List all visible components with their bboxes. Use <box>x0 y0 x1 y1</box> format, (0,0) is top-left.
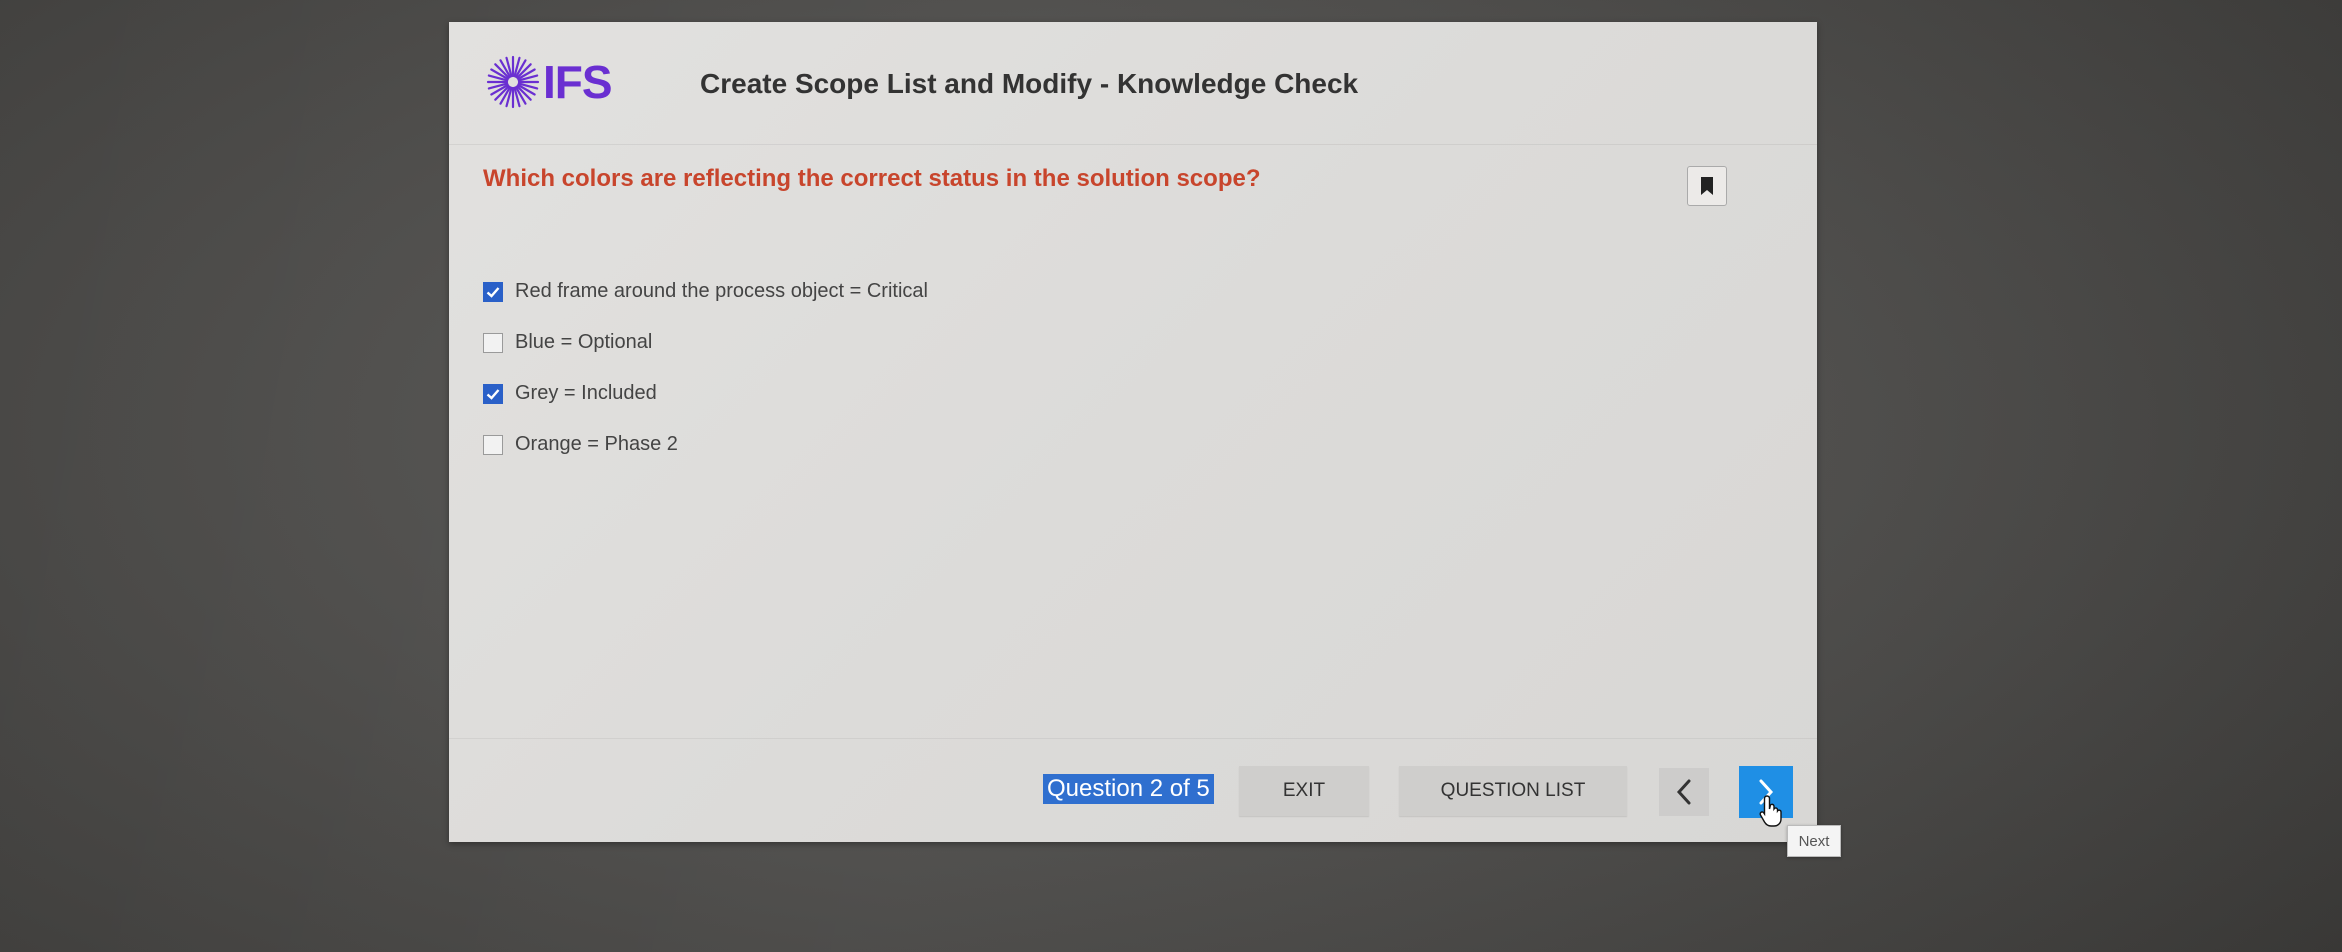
option-label: Orange = Phase 2 <box>515 433 678 455</box>
logo-text: IFS <box>543 56 613 108</box>
quiz-header: IFS Create Scope List and Modify - Knowl… <box>449 22 1817 144</box>
checkmark-icon <box>486 286 500 298</box>
answer-options: Red frame around the process object = Cr… <box>483 266 928 470</box>
bookmark-button[interactable] <box>1687 166 1727 206</box>
question-list-button[interactable]: QUESTION LIST <box>1399 766 1627 816</box>
next-tooltip: Next <box>1787 825 1841 857</box>
checkbox-unchecked[interactable] <box>483 434 503 455</box>
checkbox-checked[interactable] <box>483 383 503 404</box>
ifs-burst-logo-icon <box>486 55 540 109</box>
checkbox-unchecked[interactable] <box>483 332 503 353</box>
exit-button[interactable]: EXIT <box>1239 766 1369 816</box>
option-label: Grey = Included <box>515 382 657 404</box>
hand-pointer-icon <box>1759 795 1782 827</box>
option-row[interactable]: Blue = Optional <box>483 317 928 368</box>
option-row[interactable]: Grey = Included <box>483 368 928 419</box>
question-text: Which colors are reflecting the correct … <box>483 165 1261 192</box>
previous-button[interactable] <box>1659 768 1709 816</box>
question-progress: Question 2 of 5 <box>1043 774 1214 804</box>
header-divider <box>449 144 1817 145</box>
chevron-left-icon <box>1676 779 1691 805</box>
option-row[interactable]: Red frame around the process object = Cr… <box>483 266 928 317</box>
checkmark-icon <box>486 388 500 400</box>
footer-divider <box>449 738 1817 739</box>
course-title: Create Scope List and Modify - Knowledge… <box>700 68 1359 99</box>
option-row[interactable]: Orange = Phase 2 <box>483 419 928 470</box>
quiz-window: IFS Create Scope List and Modify - Knowl… <box>449 22 1817 842</box>
option-label: Blue = Optional <box>515 331 653 353</box>
option-label: Red frame around the process object = Cr… <box>515 280 928 302</box>
checkbox-checked[interactable] <box>483 281 503 302</box>
ifs-logo: IFS <box>485 52 615 112</box>
bookmark-icon <box>1701 177 1713 195</box>
